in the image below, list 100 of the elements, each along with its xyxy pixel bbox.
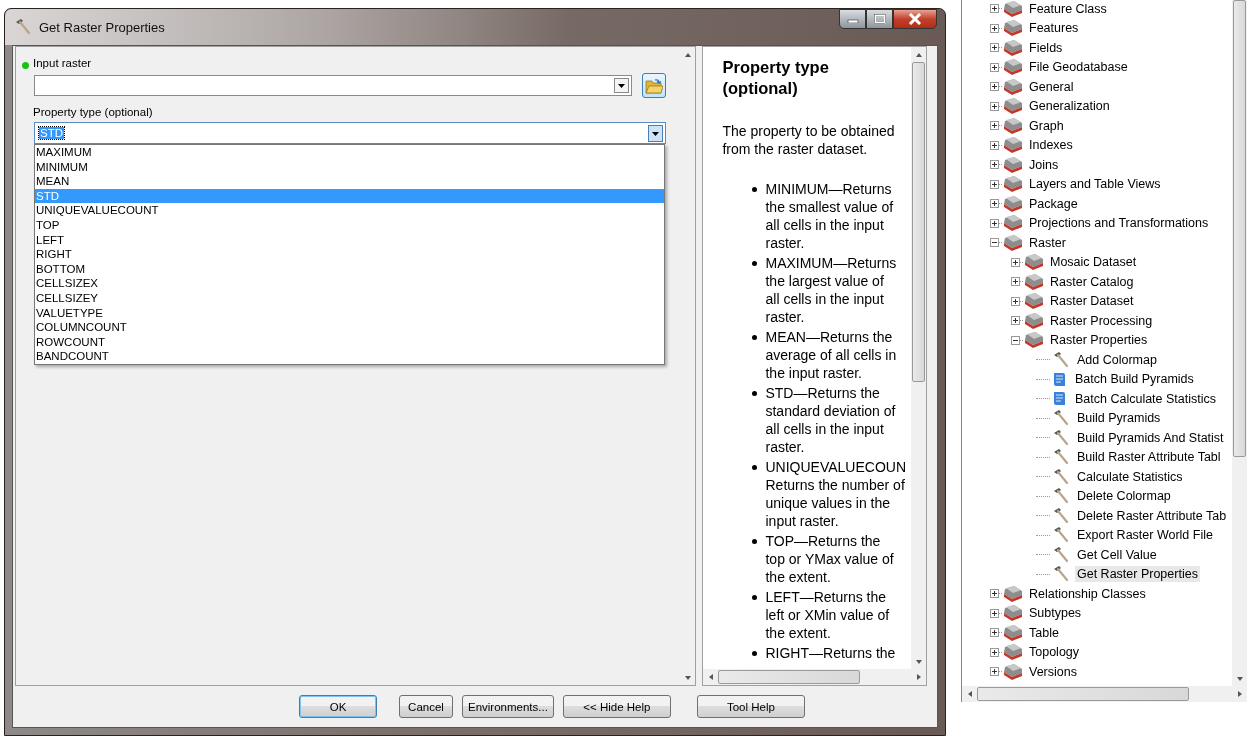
tree-item[interactable]: Indexes	[1027, 137, 1075, 154]
minimize-button[interactable]	[839, 9, 866, 29]
help-item: UNIQUEVALUECOUN Returns the number of unique values in the input raster.	[765, 458, 907, 530]
tree-item[interactable]: Mosaic Dataset	[1048, 254, 1139, 271]
input-field[interactable]	[34, 75, 632, 96]
dropdown-option[interactable]: TOP	[35, 217, 664, 233]
dialog-button[interactable]: Environments...	[462, 695, 554, 718]
expand-icon[interactable]	[990, 179, 999, 189]
tree-item[interactable]: Export Raster World File	[1075, 527, 1215, 544]
dropdown-option[interactable]: CELLSIZEX	[35, 276, 664, 291]
tree-item[interactable]: Batch Calculate Statistics	[1073, 390, 1219, 407]
bullet-icon	[752, 187, 758, 192]
scroll-arrow-icon	[684, 673, 692, 682]
expand-icon[interactable]	[990, 628, 999, 638]
dropdown-option[interactable]: MEAN	[35, 174, 664, 189]
help-paragraph: The property to be obtained from the raster dataset.	[722, 122, 896, 158]
dropdown-option[interactable]: BANDCOUNT	[35, 349, 664, 364]
vertical-scrollbar[interactable]	[911, 47, 926, 669]
dialog-button[interactable]: << Hide Help	[562, 695, 671, 718]
tree-item[interactable]: Generalization	[1027, 98, 1112, 115]
tree-item[interactable]: Joins	[1027, 156, 1061, 173]
expand-icon[interactable]	[990, 23, 999, 33]
expand-icon[interactable]	[990, 121, 999, 131]
expand-icon[interactable]	[990, 667, 999, 677]
horizontal-scrollbar[interactable]	[703, 669, 926, 685]
help-item: LEFT—Returns the left or XMin value of the extent.	[765, 588, 891, 642]
horizontal-scrollbar[interactable]	[962, 686, 1247, 702]
tree-item[interactable]: General	[1027, 78, 1076, 95]
tree-item[interactable]: Features	[1027, 20, 1081, 37]
dropdown-option[interactable]: UNIQUEVALUECOUNT	[35, 203, 664, 218]
expand-icon[interactable]	[990, 608, 999, 618]
tree-item[interactable]: Relationship Classes	[1027, 585, 1148, 602]
browse-button[interactable]	[642, 73, 666, 98]
dropdown-option[interactable]: COLUMNCOUNT	[35, 320, 664, 335]
expand-icon[interactable]	[990, 218, 999, 228]
maximize-button[interactable]	[866, 9, 893, 29]
expand-icon[interactable]	[990, 62, 999, 72]
expand-icon[interactable]	[1011, 316, 1020, 326]
tree-item[interactable]: Get Cell Value	[1075, 546, 1159, 563]
tree-item[interactable]: Raster Processing	[1048, 312, 1155, 329]
tree-item[interactable]: Package	[1027, 195, 1080, 212]
expand-icon[interactable]	[990, 160, 999, 170]
dropdown-option[interactable]: LEFT	[35, 232, 664, 248]
tree-item[interactable]: Subtypes	[1027, 605, 1084, 622]
dialog-button[interactable]: Cancel	[399, 695, 453, 718]
collapse-icon[interactable]	[1011, 335, 1020, 345]
expand-icon[interactable]	[990, 140, 999, 150]
toolbox-icon	[1023, 272, 1045, 291]
toolbox-icon	[1002, 58, 1024, 77]
tree-item[interactable]: Layers and Table Views	[1027, 176, 1163, 193]
tree-item[interactable]: Add Colormap	[1075, 351, 1159, 368]
tree-item[interactable]: File Geodatabase	[1027, 59, 1130, 76]
toolbox-icon	[1002, 604, 1024, 623]
tree-item[interactable]: Delete Colormap	[1075, 488, 1173, 505]
tree-item[interactable]: Build Pyramids And Statist	[1075, 429, 1226, 446]
help-item: MINIMUM—Returns the smallest value of all cells in the input raster.	[765, 180, 895, 252]
expand-icon[interactable]	[1011, 296, 1020, 306]
close-button[interactable]	[893, 9, 937, 29]
collapse-icon[interactable]	[990, 238, 999, 248]
tree-item[interactable]: Fields	[1027, 39, 1065, 56]
tree-item[interactable]: Batch Build Pyramids	[1073, 371, 1196, 388]
expand-icon[interactable]	[990, 199, 999, 209]
tree-item[interactable]: Build Pyramids	[1075, 410, 1163, 427]
dialog-button[interactable]: OK	[299, 695, 377, 718]
dropdown-option[interactable]: VALUETYPE	[35, 305, 664, 321]
tree-item[interactable]: Versions	[1027, 663, 1079, 680]
toolbox-icon	[1002, 38, 1024, 57]
dropdown-option[interactable]: ROWCOUNT	[35, 334, 664, 350]
expand-icon[interactable]	[990, 589, 999, 599]
tree-item[interactable]: Graph	[1027, 117, 1066, 134]
tree-item[interactable]: Calculate Statistics	[1075, 468, 1185, 485]
expand-icon[interactable]	[1011, 257, 1020, 267]
dropdown-option[interactable]: MINIMUM	[35, 159, 664, 175]
dialog-button[interactable]: Tool Help	[696, 695, 805, 718]
vertical-scrollbar[interactable]	[1232, 0, 1247, 686]
tree-item[interactable]: Delete Raster Attribute Tab	[1075, 507, 1229, 524]
expand-icon[interactable]	[990, 101, 999, 111]
expand-icon[interactable]	[1011, 277, 1020, 287]
expand-icon[interactable]	[990, 43, 999, 53]
bullet-icon	[752, 465, 758, 470]
parameter-label: Input raster	[33, 57, 92, 69]
tree-item[interactable]: Raster Catalog	[1048, 273, 1136, 290]
expand-icon[interactable]	[990, 82, 999, 92]
tree-item[interactable]: Topology	[1027, 644, 1082, 661]
expand-icon[interactable]	[990, 647, 999, 657]
tree-item[interactable]: Raster Properties	[1048, 332, 1150, 349]
tree-item[interactable]: Get Raster Properties	[1075, 566, 1200, 583]
dropdown-option[interactable]: BOTTOM	[35, 261, 664, 277]
dropdown-option[interactable]: MAXIMUM	[35, 145, 664, 160]
tree-item[interactable]: Projections and Transformations	[1027, 215, 1211, 232]
tree-item[interactable]: Raster Dataset	[1048, 293, 1136, 310]
toolbox-icon	[1002, 155, 1024, 174]
tree-item[interactable]: Table	[1027, 624, 1061, 641]
tree-item[interactable]: Feature Class	[1027, 0, 1109, 17]
expand-icon[interactable]	[990, 4, 999, 14]
tree-item[interactable]: Raster	[1027, 234, 1068, 251]
bullet-icon	[752, 391, 758, 396]
tree-item[interactable]: Build Raster Attribute Tabl	[1075, 449, 1223, 466]
dropdown-option[interactable]: RIGHT	[35, 247, 664, 262]
dropdown-option[interactable]: CELLSIZEY	[35, 290, 664, 306]
